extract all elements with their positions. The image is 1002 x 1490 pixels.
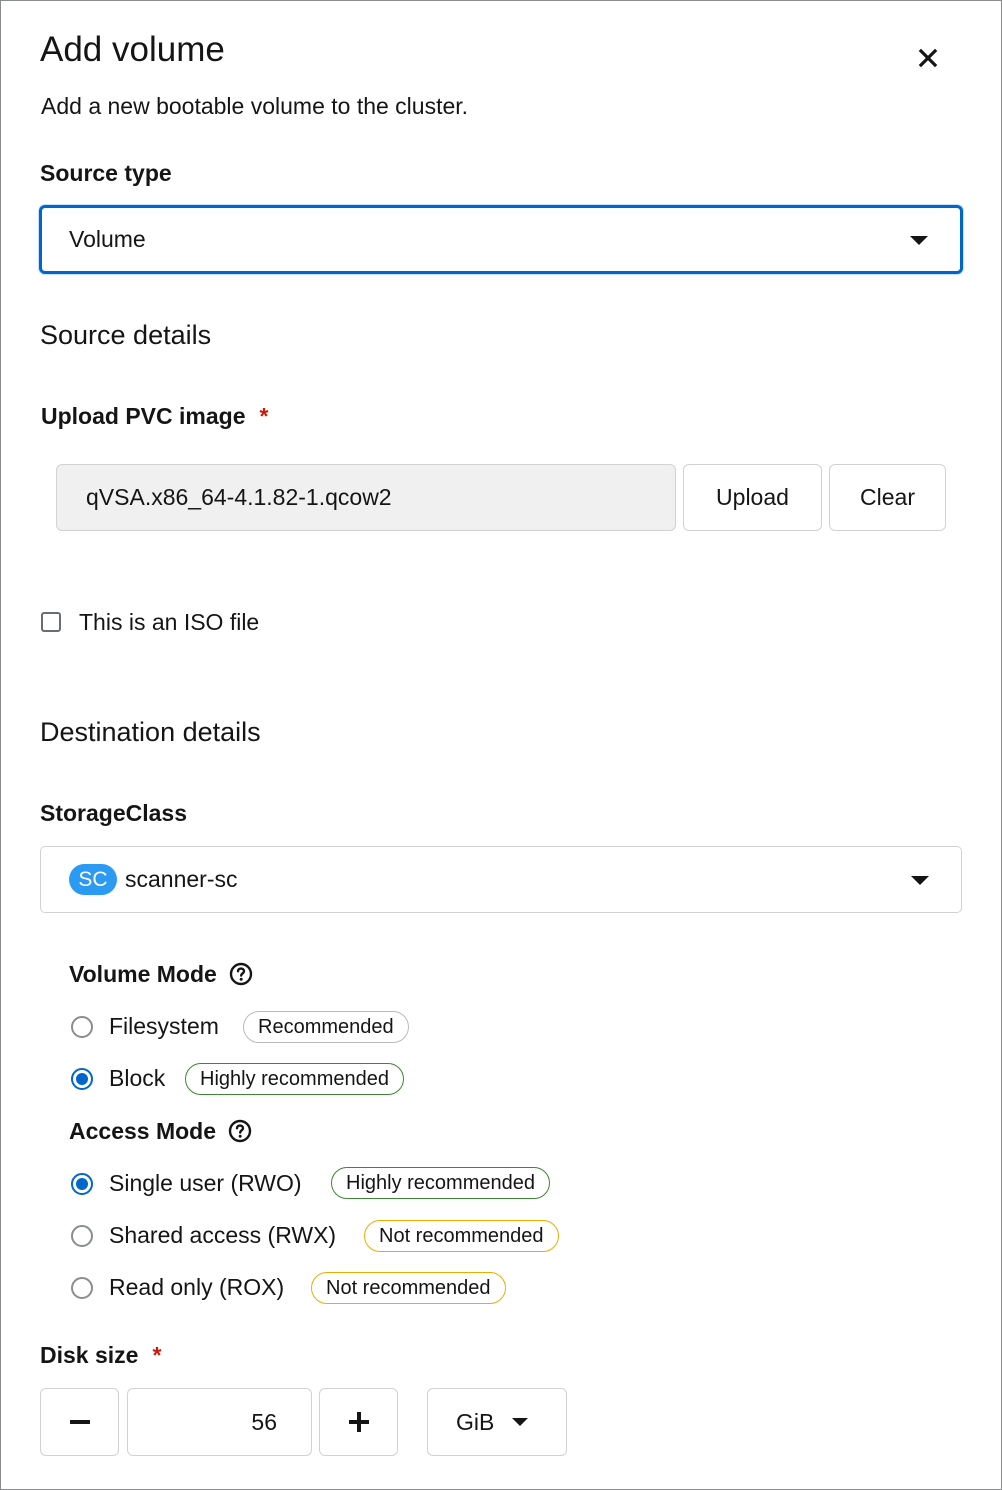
iso-checkbox[interactable] — [41, 612, 61, 632]
disk-size-value: 56 — [251, 1408, 277, 1435]
volume-mode-label: Volume Mode — [69, 959, 253, 989]
disk-size-label-text: Disk size — [40, 1342, 139, 1368]
radio-filesystem[interactable] — [71, 1016, 93, 1038]
radio-block[interactable] — [71, 1068, 93, 1090]
option-rwo-label[interactable]: Single user (RWO) — [109, 1168, 302, 1198]
source-type-value: Volume — [69, 226, 146, 252]
disk-unit-value: GiB — [456, 1408, 495, 1435]
minus-icon — [69, 1420, 90, 1424]
volume-mode-label-text: Volume Mode — [69, 961, 217, 987]
add-volume-modal: Add volume Add a new bootable volume to … — [0, 0, 1002, 1490]
source-details-heading: Source details — [40, 320, 212, 350]
source-type-label: Source type — [40, 160, 172, 186]
clear-button[interactable]: Clear — [829, 464, 946, 531]
storage-class-badge: SC — [69, 864, 117, 895]
caret-down-icon — [911, 875, 929, 885]
help-icon[interactable] — [228, 1119, 252, 1143]
increment-button[interactable] — [319, 1388, 398, 1456]
upload-pvc-label: Upload PVC image * — [41, 401, 268, 431]
storage-class-select[interactable]: SC scanner-sc — [40, 846, 962, 913]
not-recommended-tag: Not recommended — [364, 1220, 559, 1252]
modal-title: Add volume — [40, 30, 225, 69]
option-block-label[interactable]: Block — [109, 1063, 165, 1093]
storage-class-label: StorageClass — [40, 800, 188, 826]
radio-rwo[interactable] — [71, 1173, 93, 1195]
destination-details-heading: Destination details — [40, 717, 261, 747]
recommended-tag: Recommended — [243, 1011, 409, 1043]
help-icon[interactable] — [229, 962, 253, 986]
access-mode-label: Access Mode — [69, 1116, 252, 1146]
radio-rwx[interactable] — [71, 1225, 93, 1247]
highly-recommended-tag: Highly recommended — [185, 1063, 404, 1095]
close-icon — [918, 48, 938, 68]
decrement-button[interactable] — [40, 1388, 119, 1456]
required-asterisk: * — [152, 1342, 162, 1368]
caret-down-icon — [910, 235, 928, 245]
disk-size-input[interactable]: 56 — [127, 1388, 312, 1456]
not-recommended-tag: Not recommended — [311, 1272, 506, 1304]
iso-checkbox-label[interactable]: This is an ISO file — [79, 607, 259, 637]
option-rox-label[interactable]: Read only (ROX) — [109, 1272, 284, 1302]
close-button[interactable] — [906, 39, 950, 77]
required-asterisk: * — [259, 403, 269, 429]
source-type-select[interactable]: Volume — [39, 205, 963, 274]
plus-icon — [348, 1412, 369, 1432]
access-mode-label-text: Access Mode — [69, 1118, 217, 1144]
radio-rox[interactable] — [71, 1277, 93, 1299]
highly-recommended-tag: Highly recommended — [331, 1167, 550, 1199]
option-rwx-label[interactable]: Shared access (RWX) — [109, 1220, 336, 1250]
caret-down-icon — [512, 1418, 529, 1426]
storage-class-value: scanner-sc — [125, 866, 238, 892]
upload-pvc-label-text: Upload PVC image — [41, 403, 246, 429]
option-filesystem-label[interactable]: Filesystem — [109, 1011, 219, 1041]
disk-size-label: Disk size * — [40, 1340, 161, 1370]
disk-unit-select[interactable]: GiB — [427, 1388, 567, 1456]
upload-button[interactable]: Upload — [683, 464, 822, 531]
modal-subtitle: Add a new bootable volume to the cluster… — [41, 93, 469, 119]
upload-filename: qVSA.x86_64-4.1.82-1.qcow2 — [86, 484, 392, 510]
upload-filename-field[interactable]: qVSA.x86_64-4.1.82-1.qcow2 — [56, 464, 676, 531]
